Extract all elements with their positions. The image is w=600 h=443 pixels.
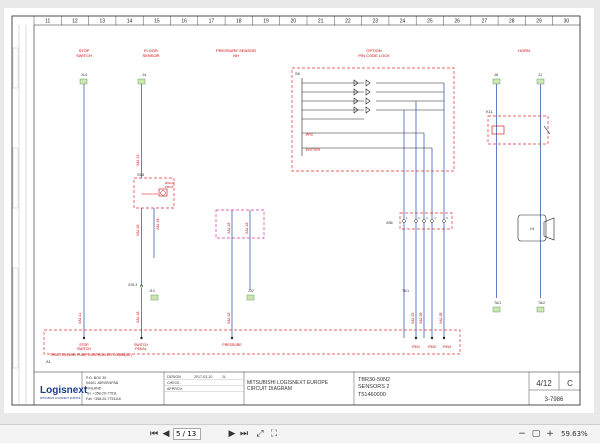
zoom-level: 59.63% <box>561 430 588 438</box>
logo-subtitle: MITSUBISHI LOGISNEXT EUROPE <box>40 397 81 400</box>
column-number: 25 <box>427 19 433 25</box>
label-ta1-horn: TA/1 <box>494 301 501 305</box>
k11-label: K11 <box>486 109 494 114</box>
column-number: 14 <box>127 19 133 25</box>
floor-sensor-heading-2: SENSOR <box>143 53 160 58</box>
label-xa1-35: XA1:35 <box>439 312 443 324</box>
label-j14: J14 <box>81 72 88 77</box>
label-xa1-18-right: XA1:18 <box>156 218 160 230</box>
sheet-name: SENSORS 2 <box>358 384 389 390</box>
switch-pedal-label-2: PEDAL <box>135 347 147 351</box>
pin3-label: PIN3 <box>443 345 451 349</box>
column-number: 28 <box>509 19 515 25</box>
page-number-field[interactable]: 5 / 13 <box>173 428 201 440</box>
logisnext-logo: Logisnext <box>40 385 88 396</box>
pin1-label: PIN1 <box>412 345 420 349</box>
column-number: 29 <box>536 19 542 25</box>
fullscreen-icon[interactable]: ⛶ <box>268 428 280 440</box>
label-xa1-11: XA1:11 <box>78 313 82 324</box>
document-viewport: 11 12 13 14 15 16 17 18 19 20 21 22 23 24 25 26 27 28 29 30… <box>0 0 600 424</box>
column-number: 27 <box>482 19 488 25</box>
label-j32: J32 <box>248 289 254 293</box>
first-page-icon[interactable]: ⏮ <box>148 428 160 440</box>
address-line: FINLAND <box>86 386 102 390</box>
column-number: 17 <box>209 19 215 25</box>
approval-cell: DESIGN <box>167 375 181 379</box>
revision-letter: C <box>567 379 573 388</box>
column-number: 18 <box>236 19 242 25</box>
approval-cell: 2017-03-10 <box>194 375 212 379</box>
reference-number: 3-7986 <box>545 397 564 403</box>
stop-switch-label-2: SWITCH <box>77 347 91 351</box>
address-line: 04401 JÄRVENPÄÄ <box>86 381 119 385</box>
stop-switch-heading-2: SWITCH <box>76 53 92 58</box>
label-xa1-13-top: XA1:13 <box>136 154 140 166</box>
option-heading-2: PIN CODE LOCK <box>358 53 390 58</box>
label-xa1-18-bottom: XA1:18 <box>136 311 140 323</box>
h1-label: H1 <box>530 227 535 231</box>
column-number: 13 <box>99 19 105 25</box>
column-number: 24 <box>400 19 406 25</box>
address-line: Fax +358-20-7751116 <box>86 397 121 401</box>
previous-page-icon[interactable]: ◀ <box>160 428 172 440</box>
zoom-fit-icon[interactable]: ▢ <box>530 428 542 440</box>
column-number: 16 <box>181 19 187 25</box>
circuit-diagram-sheet: 11 12 13 14 15 16 17 18 19 20 21 22 23 24 25 26 27 28 29 30… <box>4 8 594 413</box>
address-line: Tel. +358-20-77511 <box>86 392 117 396</box>
label-ta2-horn: TA/2 <box>538 301 545 305</box>
label-xa1-18-left: XA1:18 <box>136 224 140 236</box>
column-number: 11 <box>45 19 50 25</box>
approval-cell: CHECK. <box>167 381 181 385</box>
pressure-label: PRESSURE <box>222 343 242 347</box>
column-number: 19 <box>263 19 269 25</box>
a1-label: A1 <box>46 359 52 364</box>
column-number: 12 <box>72 19 78 25</box>
label-xa1-18-ps2: XA1:18 <box>245 222 249 234</box>
viewer-toolbar: ⏮ ◀ 5 / 13 ▶ ⏭ ⤢ ⛶ − ▢ + 59.63% <box>0 424 600 443</box>
column-number: 20 <box>291 19 297 25</box>
s6-label: S6 <box>295 71 301 76</box>
xb6-label: XB6 <box>386 221 393 225</box>
doc-number: T51460000 <box>358 392 386 398</box>
entter-label: ENTTER <box>306 148 320 152</box>
doc-title-2: CIRCUIT DIAGRAM <box>247 386 292 392</box>
label-xa1-18-ps3: XA1:18 <box>227 312 231 324</box>
sheet-number: 4/12 <box>536 379 552 388</box>
column-number: 23 <box>372 19 378 25</box>
s18-label: S18 <box>137 172 145 177</box>
column-number: 21 <box>318 19 324 25</box>
label-xa1-23: XA1:23 <box>411 312 415 324</box>
fit-page-icon[interactable]: ⤢ <box>254 428 266 440</box>
ppc-label: PPC <box>306 133 314 137</box>
label-xa1-28: XA1:28 <box>419 312 423 324</box>
label-j13: J13 <box>149 289 155 293</box>
column-number: 30 <box>564 19 570 25</box>
model-label: TBR30-50N2 <box>358 377 390 383</box>
label-xa1-18-ps1: XA1:18 <box>227 222 231 234</box>
approval-cell: APPROV. <box>167 387 183 391</box>
pressure-sensor-heading-2: NH <box>233 53 239 58</box>
approval-cell: JL <box>222 375 226 379</box>
address-line: P.O. BOX 30 <box>86 376 106 380</box>
last-page-icon[interactable]: ⏭ <box>238 428 250 440</box>
label-ta1: TA/1 <box>402 289 409 293</box>
pin2-label: PIN2 <box>428 345 436 349</box>
horn-heading: HORN <box>518 48 530 53</box>
label-x25: X25:3 <box>128 283 137 287</box>
b1-label-2: PROX <box>165 185 174 189</box>
column-number: 22 <box>345 19 351 25</box>
zoom-out-icon[interactable]: − <box>516 428 528 440</box>
column-number: 26 <box>454 19 460 25</box>
next-page-icon[interactable]: ▶ <box>226 428 238 440</box>
zoom-in-icon[interactable]: + <box>544 428 556 440</box>
bus-label: TRACTION AND PUMP CONTROLLER COMBI(AC) <box>50 353 132 357</box>
column-number: 15 <box>154 19 160 25</box>
